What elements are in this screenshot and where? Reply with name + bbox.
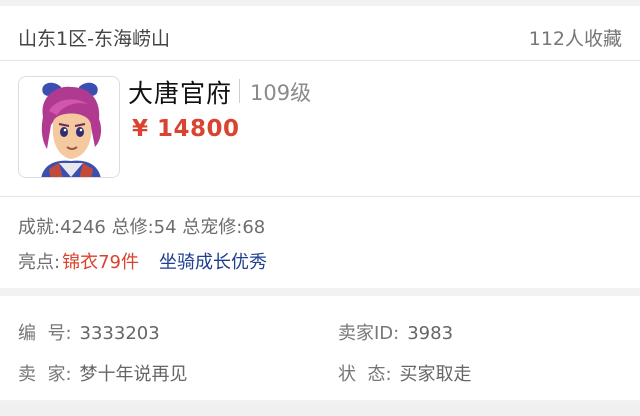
top-divider (0, 0, 640, 6)
character-school: 大唐官府 (128, 79, 233, 108)
status-value: 买家取走 (399, 364, 472, 385)
detail-card: 编 号: 3333203 卖家ID: 3983 卖 家: 梦十年说再见 状 态: 买家取… (0, 296, 640, 400)
highlight-mount: 坐骑成长优秀 (158, 252, 267, 273)
status-label: 状 态: (338, 364, 392, 385)
seller-row: 卖 家: 梦十年说再见 (18, 360, 188, 386)
seller-id-value: 3983 (407, 323, 454, 344)
listing-price: ¥ 14800 (132, 116, 240, 142)
listing-id-value: 3333203 (79, 323, 160, 344)
character-stats: 成就:4246 总修:54 总宠修:68 (18, 217, 266, 238)
listing-header: 山东1区-东海崂山 112人收藏 (18, 22, 622, 52)
seller-label: 卖 家: (18, 364, 72, 385)
listing-id-label: 编 号: (18, 323, 72, 344)
divider (0, 196, 640, 197)
character-portrait-icon (19, 77, 119, 177)
bottom-divider (0, 404, 640, 416)
listing-id-row: 编 号: 3333203 (18, 319, 160, 345)
character-level: 109级 (250, 81, 312, 105)
favorites-count[interactable]: 112人收藏 (529, 24, 622, 51)
highlights: 亮点: 锦衣79件 坐骑成长优秀 (18, 248, 267, 274)
listing-page: 山东1区-东海崂山 112人收藏 大唐官府 109级 ¥ 14800 成就:42… (0, 0, 640, 416)
title-separator (239, 79, 240, 103)
status-row: 状 态: 买家取走 (338, 360, 472, 386)
seller-id-row: 卖家ID: 3983 (338, 319, 453, 345)
character-avatar[interactable] (18, 76, 120, 178)
listing-card[interactable]: 山东1区-东海崂山 112人收藏 大唐官府 109级 ¥ 14800 成就:42… (0, 0, 640, 288)
divider (0, 60, 640, 61)
server-name: 山东1区-东海崂山 (18, 27, 170, 50)
highlights-label: 亮点: (18, 252, 61, 273)
highlight-costumes: 锦衣79件 (62, 252, 139, 273)
seller-name[interactable]: 梦十年说再见 (80, 364, 188, 385)
seller-id-label: 卖家ID: (338, 323, 400, 344)
